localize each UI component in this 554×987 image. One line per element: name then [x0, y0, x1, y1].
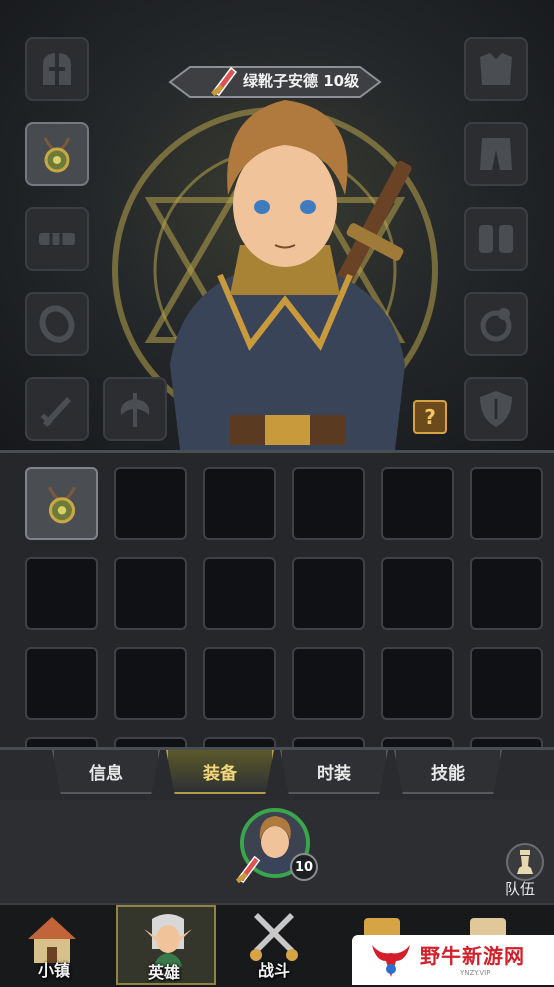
inventory-cell[interactable] [25, 647, 98, 720]
inventory-cell[interactable] [381, 467, 454, 540]
nav-hero[interactable]: 英雄 [116, 905, 216, 985]
inventory-cell[interactable] [470, 737, 543, 747]
nav-town-label: 小镇 [38, 961, 71, 980]
inventory-cell[interactable] [25, 737, 98, 747]
offhand-slot[interactable] [103, 377, 167, 441]
inventory-cell[interactable] [203, 557, 276, 630]
helmet-slot[interactable] [25, 37, 89, 101]
tab-info[interactable]: 信息 [52, 750, 160, 794]
hero-portrait [170, 100, 412, 450]
inventory-cell[interactable] [470, 647, 543, 720]
axe-icon [120, 393, 150, 427]
sword-rank-icon [211, 66, 238, 97]
gloves-slot[interactable] [464, 207, 528, 271]
sword-rank-icon [235, 855, 261, 884]
watermark-text: 野牛新游网 [420, 944, 525, 968]
ring-slot[interactable] [25, 292, 89, 356]
inventory-cell[interactable] [292, 557, 365, 630]
amulet-icon [48, 486, 76, 524]
ring-icon [39, 305, 75, 343]
chest-armor-slot[interactable] [464, 37, 528, 101]
inventory-cell[interactable] [114, 467, 187, 540]
amulet-slot[interactable] [25, 122, 89, 186]
belt-slot[interactable] [25, 207, 89, 271]
tab-fashion[interactable]: 时装 [280, 750, 388, 794]
nav-hero-label: 英雄 [148, 963, 181, 982]
help-button[interactable]: ? [413, 400, 447, 434]
tab-bar: 信息 装备 时装 技能 [0, 750, 554, 800]
pants-slot[interactable] [464, 122, 528, 186]
inventory-cell[interactable] [470, 467, 543, 540]
tab-skills[interactable]: 技能 [394, 750, 502, 794]
inventory-cell[interactable] [114, 557, 187, 630]
pants-icon [480, 138, 512, 170]
inventory-cell[interactable] [470, 557, 543, 630]
inventory-cell[interactable] [292, 737, 365, 747]
bull-logo-icon [372, 945, 410, 977]
inventory-cell[interactable] [292, 647, 365, 720]
inventory-cell[interactable] [25, 557, 98, 630]
hero-level-badge: 10 [290, 853, 318, 881]
inventory-cell[interactable] [292, 467, 365, 540]
inventory-cell[interactable] [203, 647, 276, 720]
sword-icon [40, 397, 71, 427]
team-label[interactable]: 队伍 [505, 878, 535, 899]
inventory-cell[interactable] [114, 737, 187, 747]
hero-display: 绿靴子安德 10级 ? [0, 0, 554, 450]
nav-battle-label: 战斗 [258, 961, 291, 980]
hero-name-level: 绿靴子安德 10级 [243, 72, 360, 90]
inventory-grid [0, 450, 554, 750]
shield-slot[interactable] [464, 377, 528, 441]
ring-2-icon [480, 308, 512, 342]
watermark-url: YNZY.VIP [460, 969, 491, 977]
amulet-icon [43, 137, 71, 173]
shield-icon [480, 391, 512, 427]
belt-icon [39, 229, 75, 249]
gloves-icon [479, 225, 513, 253]
weapon-slot[interactable] [25, 377, 89, 441]
inventory-cell-amulet[interactable] [25, 467, 98, 540]
helmet-icon [43, 53, 71, 85]
inventory-cell[interactable] [381, 557, 454, 630]
inventory-cell[interactable] [203, 737, 276, 747]
nav-town[interactable]: 小镇 [0, 905, 100, 985]
nav-battle[interactable]: 战斗 [222, 905, 322, 985]
chest-armor-icon [480, 53, 512, 85]
inventory-cell[interactable] [114, 647, 187, 720]
ring-2-slot[interactable] [464, 292, 528, 356]
tab-equipment[interactable]: 装备 [166, 750, 274, 794]
inventory-cell[interactable] [381, 647, 454, 720]
inventory-cell[interactable] [381, 737, 454, 747]
inventory-cell[interactable] [203, 467, 276, 540]
